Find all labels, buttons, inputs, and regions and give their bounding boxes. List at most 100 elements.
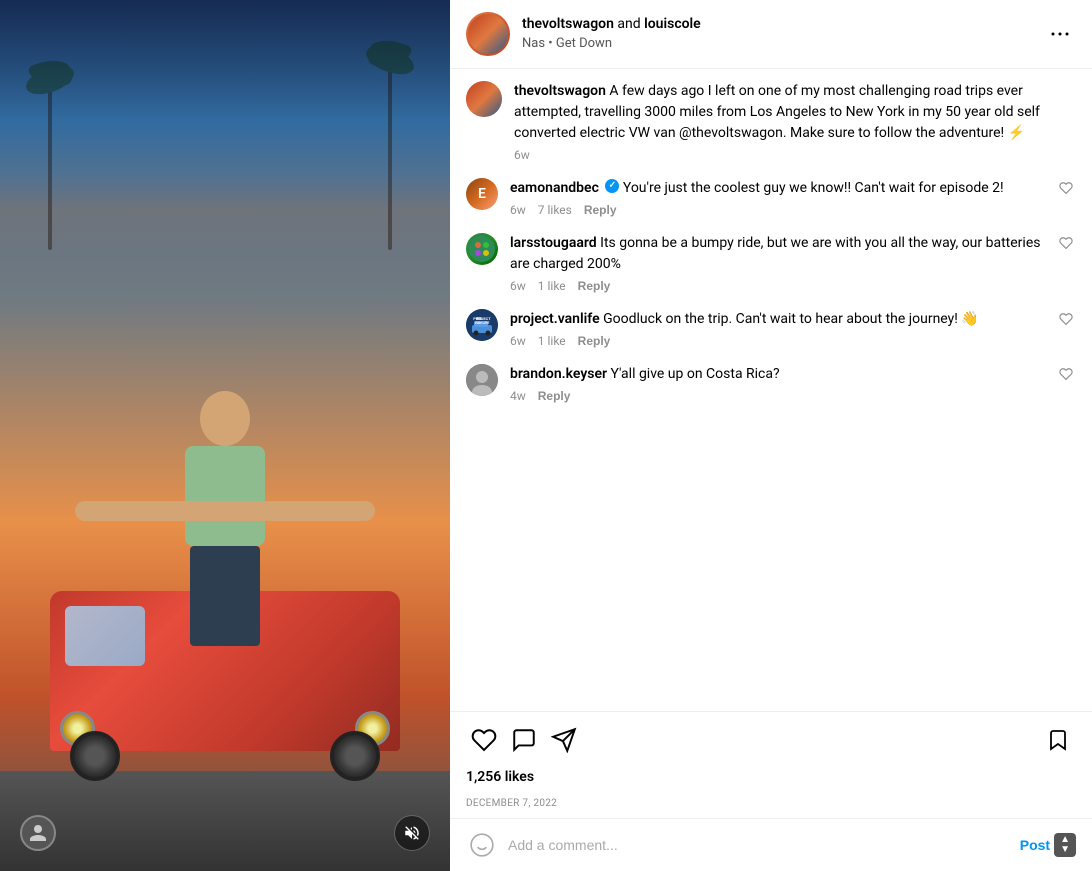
heart-icon (1059, 312, 1073, 326)
caption-text: thevoltswagon A few days ago I left on o… (514, 81, 1076, 144)
comment-time: 4w (510, 389, 526, 403)
reply-button[interactable]: Reply (578, 334, 611, 348)
likes-section: 1,256 likes (450, 766, 1092, 791)
commenter-name[interactable]: eamonandbec (510, 180, 599, 196)
more-icon (1048, 22, 1072, 46)
comment-body: Y'all give up on Costa Rica? (611, 366, 780, 382)
post-date-text: DECEMBER 7, 2022 (466, 798, 557, 809)
share-button[interactable] (546, 722, 582, 758)
comment-row-inner: larsstougaard Its gonna be a bumpy ride,… (510, 233, 1076, 293)
comment-row: E eamonandbec You're just the coolest gu… (466, 178, 1076, 217)
comment-time: 6w (510, 203, 526, 217)
comment-text: larsstougaard Its gonna be a bumpy ride,… (510, 233, 1056, 275)
like-comment-button[interactable] (1056, 233, 1076, 253)
palm-right-icon (360, 0, 420, 250)
like-button[interactable] (466, 722, 502, 758)
comment-meta: 6w 7 likes Reply (510, 203, 1056, 217)
emoji-button[interactable] (466, 829, 498, 861)
comment-row: PROJECT VAN LIFE project.vanlife Goodluc… (466, 309, 1076, 348)
comment-avatar-eamon[interactable]: E (466, 178, 498, 210)
post-image (0, 0, 450, 871)
heart-action-icon (471, 727, 497, 753)
commenter-name[interactable]: brandon.keyser (510, 366, 607, 382)
comment-action-icon (511, 727, 537, 753)
project-vanlife-avatar-icon: PROJECT VAN LIFE (466, 309, 498, 341)
reply-button[interactable]: Reply (584, 203, 617, 217)
caption-content: thevoltswagon A few days ago I left on o… (514, 81, 1076, 162)
comment-text: eamonandbec You're just the coolest guy … (510, 178, 1056, 199)
user-icon (28, 823, 48, 843)
comment-body: Goodluck on the trip. Can't wait to hear… (603, 311, 979, 327)
caption-avatar[interactable] (466, 81, 502, 117)
bookmark-action-icon (1046, 728, 1070, 752)
emoji-icon (469, 832, 495, 858)
like-comment-button[interactable] (1056, 309, 1076, 329)
post-date: DECEMBER 7, 2022 (450, 791, 1092, 818)
likes-count[interactable]: 1,256 likes (466, 769, 534, 785)
comment-meta: 6w 1 like Reply (510, 279, 1056, 293)
comment-avatar-project[interactable]: PROJECT VAN LIFE (466, 309, 498, 341)
comment-text: brandon.keyser Y'all give up on Costa Ri… (510, 364, 1056, 385)
commenter-name[interactable]: larsstougaard (510, 235, 597, 251)
commenter-name[interactable]: project.vanlife (510, 311, 600, 327)
username2[interactable]: louiscole (644, 16, 701, 32)
comment-likes: 1 like (538, 334, 566, 348)
comment-meta: 4w Reply (510, 389, 1056, 403)
svg-text:VAN LIFE: VAN LIFE (475, 321, 490, 325)
caption-meta: 6w (514, 148, 1076, 162)
scroll-control[interactable]: ▲ ▼ (1054, 833, 1076, 857)
caption-row: thevoltswagon A few days ago I left on o… (466, 81, 1076, 162)
header-subtitle: Nas • Get Down (522, 35, 1044, 53)
comment-content: larsstougaard Its gonna be a bumpy ride,… (510, 233, 1056, 293)
more-options-button[interactable] (1044, 18, 1076, 50)
lars-avatar-icon (469, 236, 495, 262)
verified-badge-icon (605, 179, 619, 193)
comment-content: brandon.keyser Y'all give up on Costa Ri… (510, 364, 1056, 403)
save-button[interactable] (1040, 722, 1076, 758)
conjunction: and (617, 16, 644, 32)
comment-button[interactable] (506, 722, 542, 758)
heart-icon (1059, 236, 1073, 250)
viewer-avatar[interactable] (20, 815, 56, 851)
comments-area[interactable]: thevoltswagon A few days ago I left on o… (450, 69, 1092, 711)
comment-time: 6w (510, 334, 526, 348)
comment-row: brandon.keyser Y'all give up on Costa Ri… (466, 364, 1076, 403)
header-avatar[interactable] (466, 12, 510, 56)
person-figure (135, 391, 315, 711)
reply-button[interactable]: Reply (538, 389, 571, 403)
like-comment-button[interactable] (1056, 178, 1076, 198)
comment-input-row: Post ▲ ▼ (450, 818, 1092, 871)
comment-row-inner: brandon.keyser Y'all give up on Costa Ri… (510, 364, 1076, 403)
post-header: thevoltswagon and louiscole Nas • Get Do… (450, 0, 1092, 69)
comment-content: eamonandbec You're just the coolest guy … (510, 178, 1056, 217)
share-action-icon (551, 727, 577, 753)
comment-row-inner: eamonandbec You're just the coolest guy … (510, 178, 1076, 217)
comment-row: larsstougaard Its gonna be a bumpy ride,… (466, 233, 1076, 293)
comment-time: 6w (510, 279, 526, 293)
header-usernames: thevoltswagon and louiscole (522, 15, 1044, 35)
caption-author[interactable]: thevoltswagon (514, 83, 606, 99)
like-comment-button[interactable] (1056, 364, 1076, 384)
heart-icon (1059, 367, 1073, 381)
username1[interactable]: thevoltswagon (522, 16, 614, 32)
comment-text: project.vanlife Goodluck on the trip. Ca… (510, 309, 1056, 330)
comment-row-inner: project.vanlife Goodluck on the trip. Ca… (510, 309, 1076, 348)
scroll-down-icon[interactable]: ▼ (1060, 845, 1070, 855)
post-detail-panel: thevoltswagon and louiscole Nas • Get Do… (450, 0, 1092, 871)
heart-icon (1059, 181, 1073, 195)
action-bar (450, 711, 1092, 766)
comment-likes: 1 like (538, 279, 566, 293)
reply-button[interactable]: Reply (578, 279, 611, 293)
mute-button[interactable] (394, 815, 430, 851)
comment-input[interactable] (508, 837, 1012, 853)
header-info: thevoltswagon and louiscole Nas • Get Do… (522, 15, 1044, 53)
palm-left-icon (20, 0, 80, 250)
post-comment-button[interactable]: Post (1012, 837, 1050, 853)
caption-time: 6w (514, 148, 530, 162)
mute-icon (403, 824, 421, 842)
comment-avatar-lars[interactable] (466, 233, 498, 265)
comment-avatar-brandon[interactable] (466, 364, 498, 396)
comment-body: You're just the coolest guy we know!! Ca… (623, 180, 1004, 196)
comment-meta: 6w 1 like Reply (510, 334, 1056, 348)
brandon-avatar-icon (466, 364, 498, 396)
